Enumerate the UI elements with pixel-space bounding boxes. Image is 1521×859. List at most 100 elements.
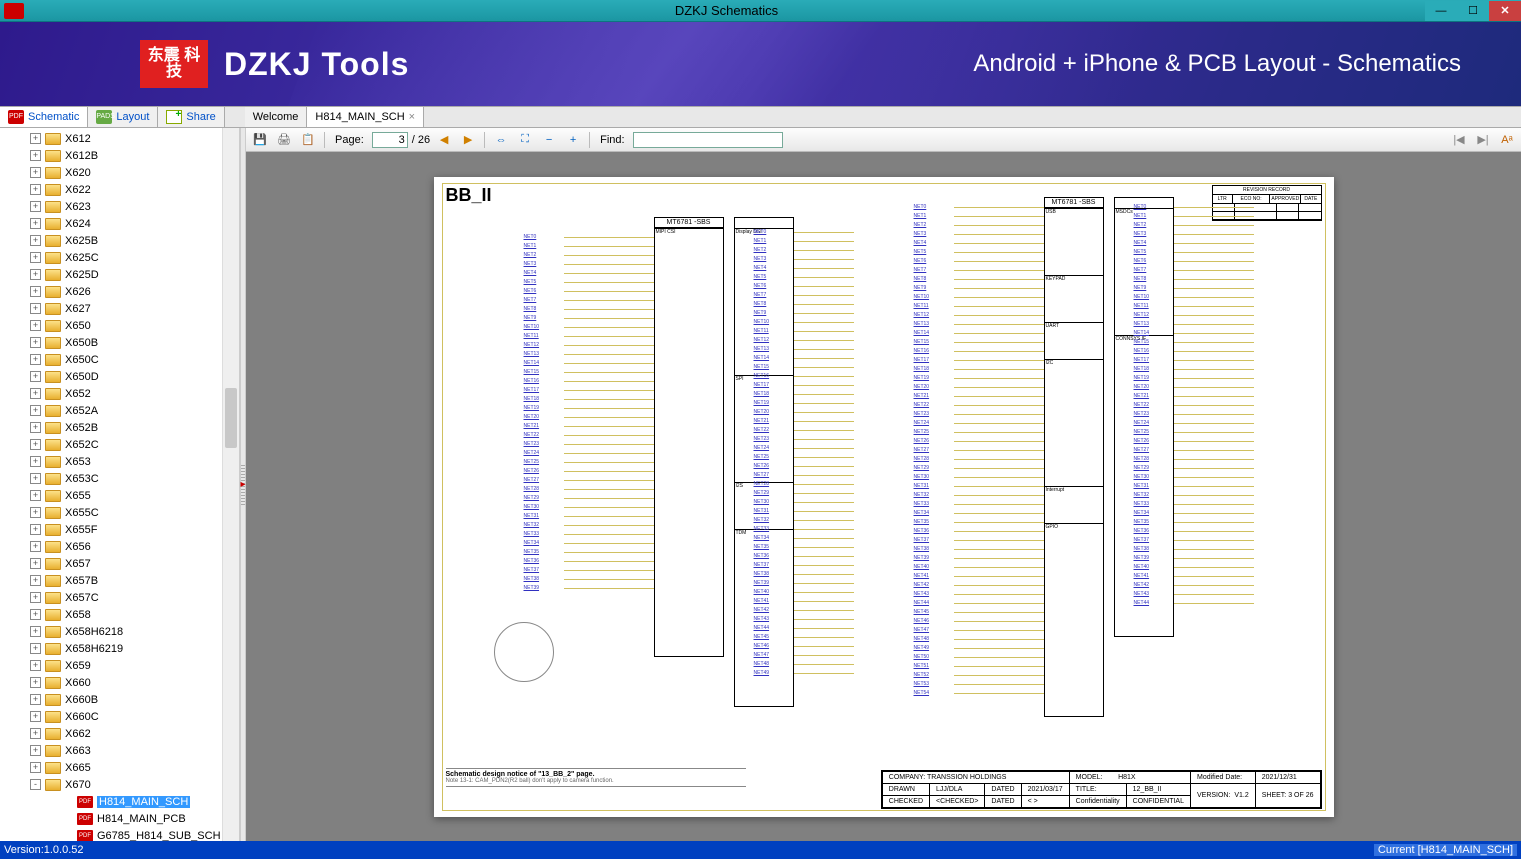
expand-icon[interactable] [30, 745, 41, 756]
expand-icon[interactable] [30, 728, 41, 739]
tree-folder-X612[interactable]: X612 [0, 130, 239, 147]
tree-folder-X612B[interactable]: X612B [0, 147, 239, 164]
tree-folder-X659[interactable]: X659 [0, 657, 239, 674]
tree-folder-X663[interactable]: X663 [0, 742, 239, 759]
expand-icon[interactable] [30, 252, 41, 263]
expand-icon[interactable] [30, 269, 41, 280]
tree-folder-X650[interactable]: X650 [0, 317, 239, 334]
tree-folder-X670[interactable]: X670 [0, 776, 239, 793]
expand-icon[interactable] [30, 694, 41, 705]
tab-welcome[interactable]: Welcome [245, 107, 308, 127]
tree-folder-X660B[interactable]: X660B [0, 691, 239, 708]
tree-folder-X653[interactable]: X653 [0, 453, 239, 470]
tree-folder-X652C[interactable]: X652C [0, 436, 239, 453]
tree-folder-X620[interactable]: X620 [0, 164, 239, 181]
expand-icon[interactable] [30, 303, 41, 314]
tree-folder-X650D[interactable]: X650D [0, 368, 239, 385]
expand-icon[interactable] [30, 711, 41, 722]
tree-file-G6785_H814_SUB_SCH[interactable]: PDFG6785_H814_SUB_SCH [0, 827, 239, 841]
print-button[interactable]: 🖨 [274, 131, 294, 149]
tree-folder-X655F[interactable]: X655F [0, 521, 239, 538]
expand-icon[interactable] [30, 677, 41, 688]
tree-folder-X657C[interactable]: X657C [0, 589, 239, 606]
expand-icon[interactable] [30, 150, 41, 161]
tree-folder-X665[interactable]: X665 [0, 759, 239, 776]
expand-icon[interactable] [30, 337, 41, 348]
tree-folder-X652[interactable]: X652 [0, 385, 239, 402]
expand-icon[interactable] [30, 558, 41, 569]
tree-view[interactable]: X612X612BX620X622X623X624X625BX625CX625D… [0, 128, 239, 841]
expand-icon[interactable] [30, 388, 41, 399]
expand-icon[interactable] [30, 439, 41, 450]
expand-icon[interactable] [30, 592, 41, 603]
close-tab-icon[interactable]: × [409, 111, 415, 123]
tree-folder-X650B[interactable]: X650B [0, 334, 239, 351]
page-input[interactable] [372, 132, 408, 148]
next-page-button[interactable]: ▶ [458, 131, 478, 149]
tree-folder-X626[interactable]: X626 [0, 283, 239, 300]
tree-folder-X655[interactable]: X655 [0, 487, 239, 504]
tree-folder-X662[interactable]: X662 [0, 725, 239, 742]
tree-file-H814_MAIN_PCB[interactable]: PDFH814_MAIN_PCB [0, 810, 239, 827]
tree-folder-X658H6219[interactable]: X658H6219 [0, 640, 239, 657]
find-next-button[interactable]: ▶| [1473, 131, 1493, 149]
tree-folder-X656[interactable]: X656 [0, 538, 239, 555]
tree-folder-X622[interactable]: X622 [0, 181, 239, 198]
expand-icon[interactable] [30, 218, 41, 229]
fit-page-button[interactable]: ⛶ [515, 131, 535, 149]
tree-folder-X657B[interactable]: X657B [0, 572, 239, 589]
tree-folder-X625B[interactable]: X625B [0, 232, 239, 249]
expand-icon[interactable] [30, 575, 41, 586]
expand-icon[interactable] [30, 473, 41, 484]
tree-folder-X658[interactable]: X658 [0, 606, 239, 623]
expand-icon[interactable] [30, 660, 41, 671]
tree-folder-X657[interactable]: X657 [0, 555, 239, 572]
tree-folder-X660C[interactable]: X660C [0, 708, 239, 725]
expand-icon[interactable] [30, 422, 41, 433]
tree-folder-X652A[interactable]: X652A [0, 402, 239, 419]
fit-width-button[interactable]: ⇔ [491, 131, 511, 149]
tree-folder-X627[interactable]: X627 [0, 300, 239, 317]
tab-share[interactable]: Share [158, 107, 224, 127]
tree-folder-X658H6218[interactable]: X658H6218 [0, 623, 239, 640]
zoom-in-button[interactable]: + [563, 131, 583, 149]
expand-icon[interactable] [30, 779, 41, 790]
sidebar-scrollbar[interactable] [222, 128, 239, 841]
tab-layout[interactable]: PADS Layout [88, 107, 158, 127]
copy-button[interactable]: 📋 [298, 131, 318, 149]
tree-file-H814_MAIN_SCH[interactable]: PDFH814_MAIN_SCH [0, 793, 239, 810]
expand-icon[interactable] [30, 643, 41, 654]
expand-icon[interactable] [30, 507, 41, 518]
expand-icon[interactable] [30, 201, 41, 212]
expand-icon[interactable] [30, 354, 41, 365]
expand-icon[interactable] [30, 626, 41, 637]
tree-folder-X625D[interactable]: X625D [0, 266, 239, 283]
expand-icon[interactable] [30, 371, 41, 382]
expand-icon[interactable] [30, 286, 41, 297]
tree-folder-X653C[interactable]: X653C [0, 470, 239, 487]
expand-icon[interactable] [30, 541, 41, 552]
expand-icon[interactable] [30, 235, 41, 246]
expand-icon[interactable] [30, 184, 41, 195]
tree-folder-X655C[interactable]: X655C [0, 504, 239, 521]
maximize-button[interactable]: ☐ [1457, 1, 1489, 21]
save-button[interactable]: 💾 [250, 131, 270, 149]
document-viewport[interactable]: BB_II REVISION RECORD LTR ECO NO: APPROV… [246, 152, 1521, 841]
zoom-out-button[interactable]: − [539, 131, 559, 149]
tree-folder-X652B[interactable]: X652B [0, 419, 239, 436]
expand-icon[interactable] [30, 762, 41, 773]
expand-icon[interactable] [30, 456, 41, 467]
tree-folder-X650C[interactable]: X650C [0, 351, 239, 368]
find-prev-button[interactable]: |◀ [1449, 131, 1469, 149]
scrollbar-thumb[interactable] [225, 388, 237, 448]
tree-folder-X625C[interactable]: X625C [0, 249, 239, 266]
tab-schematic[interactable]: PDF Schematic [0, 107, 88, 127]
close-button[interactable]: ✕ [1489, 1, 1521, 21]
expand-icon[interactable] [30, 405, 41, 416]
tree-folder-X624[interactable]: X624 [0, 215, 239, 232]
expand-icon[interactable] [30, 524, 41, 535]
minimize-button[interactable]: — [1425, 1, 1457, 21]
tree-folder-X623[interactable]: X623 [0, 198, 239, 215]
expand-icon[interactable] [30, 133, 41, 144]
expand-icon[interactable] [30, 609, 41, 620]
